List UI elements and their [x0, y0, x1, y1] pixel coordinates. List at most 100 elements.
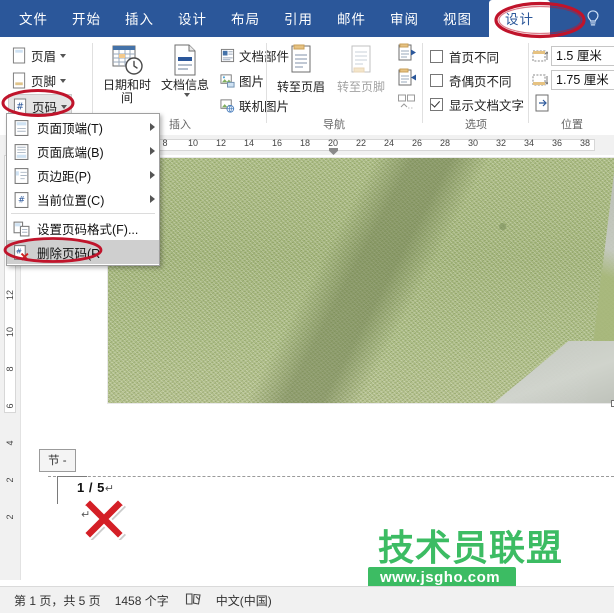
red-cross-mark [81, 494, 127, 540]
next-section-icon[interactable] [397, 68, 417, 88]
checkbox-checked-icon[interactable] [430, 98, 443, 111]
left-indent-marker[interactable] [329, 148, 338, 155]
submenu-arrow-icon [150, 171, 155, 179]
submenu-arrow-icon [150, 147, 155, 155]
goto-footer-button[interactable]: 转至页脚 [332, 43, 390, 94]
online-picture-icon [220, 97, 235, 114]
options-group-label: 选项 [426, 116, 526, 132]
photo-rock-lower [494, 341, 614, 403]
tab-5[interactable]: 引用 [275, 1, 322, 37]
menu-item-1[interactable]: 页面底端(B) [7, 139, 159, 163]
page-bottom-icon [13, 143, 30, 160]
vruler-tick: 8 [5, 359, 15, 379]
menu-item-3[interactable]: #当前位置(C) [7, 187, 159, 211]
ribbon-group-position: 1.5 厘米 1.75 厘米 位置 [530, 37, 614, 135]
vruler-tick: 12 [5, 285, 15, 305]
navigation-small-buttons [396, 37, 420, 135]
menu-item-5[interactable]: #删除页码(R [7, 240, 159, 264]
hruler-tick: 30 [468, 138, 478, 148]
svg-text:#: # [16, 101, 24, 112]
group-divider [528, 43, 529, 123]
group-divider [92, 43, 93, 123]
group-divider [266, 43, 267, 123]
link-to-previous-icon[interactable] [397, 93, 417, 113]
tab-6[interactable]: 邮件 [328, 1, 375, 37]
page-number-dropdown-menu[interactable]: 页面顶端(T)页面底端(B)页边距(P)#当前位置(C)设置页码格式(F)...… [6, 113, 160, 266]
tab-2[interactable]: 插入 [116, 1, 163, 37]
document-info-button[interactable]: 文档信息 [156, 43, 214, 97]
submenu-arrow-icon [150, 123, 155, 131]
option-show-document-text[interactable]: 显示文档文字 [430, 94, 524, 115]
tab-8[interactable]: 视图 [434, 1, 481, 37]
tab-9[interactable]: 设计 [489, 0, 550, 38]
footer-from-bottom-row[interactable]: 1.75 厘米 [532, 69, 614, 90]
tab-4[interactable]: 布局 [222, 1, 269, 37]
lightbulb-icon[interactable] [582, 8, 604, 30]
footer-page-number-text: 1 / 5 [77, 480, 105, 495]
checkbox-unchecked-icon[interactable] [430, 74, 443, 87]
option-label: 显示文档文字 [449, 95, 524, 114]
hruler-tick: 12 [216, 138, 226, 148]
menu-item-label: 页边距(P) [37, 166, 146, 185]
vruler-tick: 2 [5, 470, 15, 490]
status-bar: 第 1 页，共 5 页 1458 个字 中文(中国) [0, 586, 614, 613]
vruler-tick: 2 [5, 507, 15, 527]
date-time-button[interactable]: 日期和时间 [98, 43, 156, 105]
inserted-photo[interactable] [108, 158, 614, 403]
header-button-label: 页眉 [31, 46, 56, 65]
page-margins-icon [13, 167, 30, 184]
footer-from-bottom-value[interactable]: 1.75 厘米 [551, 70, 614, 90]
header-from-top-row[interactable]: 1.5 厘米 [532, 45, 614, 66]
goto-header-icon [285, 43, 317, 79]
header-from-top-value[interactable]: 1.5 厘米 [551, 46, 614, 66]
menu-item-label: 页面底端(B) [37, 142, 146, 161]
insert-alignment-tab-icon[interactable] [534, 94, 552, 112]
word-count[interactable]: 1458 个字 [115, 592, 169, 609]
menu-item-label: 页面顶端(T) [37, 118, 146, 137]
hruler-tick: 26 [412, 138, 422, 148]
menu-item-label: 当前位置(C) [37, 190, 146, 209]
goto-footer-label: 转至页脚 [337, 81, 385, 94]
quick-parts-icon [220, 47, 235, 64]
footer-icon [12, 72, 27, 89]
picture-button[interactable]: 图片 [216, 69, 268, 92]
page-indicator[interactable]: 第 1 页，共 5 页 [14, 592, 101, 609]
footer-boundary-line [48, 476, 614, 477]
ribbon-group-navigation: 转至页眉 转至页脚 导航 [270, 37, 398, 135]
tab-3[interactable]: 设计 [169, 1, 216, 37]
page-top-icon [13, 119, 30, 136]
chevron-down-icon[interactable] [61, 105, 67, 109]
hruler-tick: 10 [188, 138, 198, 148]
option-different-odd-even[interactable]: 奇偶页不同 [430, 70, 512, 91]
menu-item-4[interactable]: 设置页码格式(F)... [7, 216, 159, 240]
previous-section-icon[interactable] [397, 43, 417, 63]
group-divider [422, 43, 423, 123]
hruler-tick: 8 [162, 138, 167, 148]
tab-0[interactable]: 文件 [10, 1, 57, 37]
goto-header-button[interactable]: 转至页眉 [272, 43, 330, 94]
tab-1[interactable]: 开始 [63, 1, 110, 37]
option-different-first-page[interactable]: 首页不同 [430, 46, 499, 67]
menu-separator [11, 213, 155, 214]
menu-item-0[interactable]: 页面顶端(T) [7, 115, 159, 139]
tab-list: 文件开始插入设计布局引用邮件审阅视图设计 [0, 0, 614, 37]
chevron-down-icon[interactable] [184, 93, 190, 97]
goto-header-label: 转至页眉 [277, 81, 325, 94]
checkbox-unchecked-icon[interactable] [430, 50, 443, 63]
hruler-tick: 32 [496, 138, 506, 148]
chevron-down-icon[interactable] [60, 79, 66, 83]
menu-item-2[interactable]: 页边距(P) [7, 163, 159, 187]
hruler-tick: 38 [580, 138, 590, 148]
language-indicator[interactable]: 中文(中国) [216, 592, 272, 609]
document-info-label: 文档信息 [161, 79, 209, 92]
proofing-icon[interactable] [185, 592, 202, 609]
remove-page-numbers-icon: # [13, 244, 30, 261]
footer-button[interactable]: 页脚 [8, 69, 70, 92]
chevron-down-icon[interactable] [60, 54, 66, 58]
section-tag: 节 - [39, 449, 76, 472]
tab-7[interactable]: 审阅 [381, 1, 428, 37]
header-button[interactable]: 页眉 [8, 44, 70, 67]
ribbon-tab-bar: 文件开始插入设计布局引用邮件审阅视图设计 [0, 0, 614, 37]
vruler-tick: 10 [5, 322, 15, 342]
ribbon-group-options: 首页不同 奇偶页不同 显示文档文字 选项 [426, 37, 526, 135]
